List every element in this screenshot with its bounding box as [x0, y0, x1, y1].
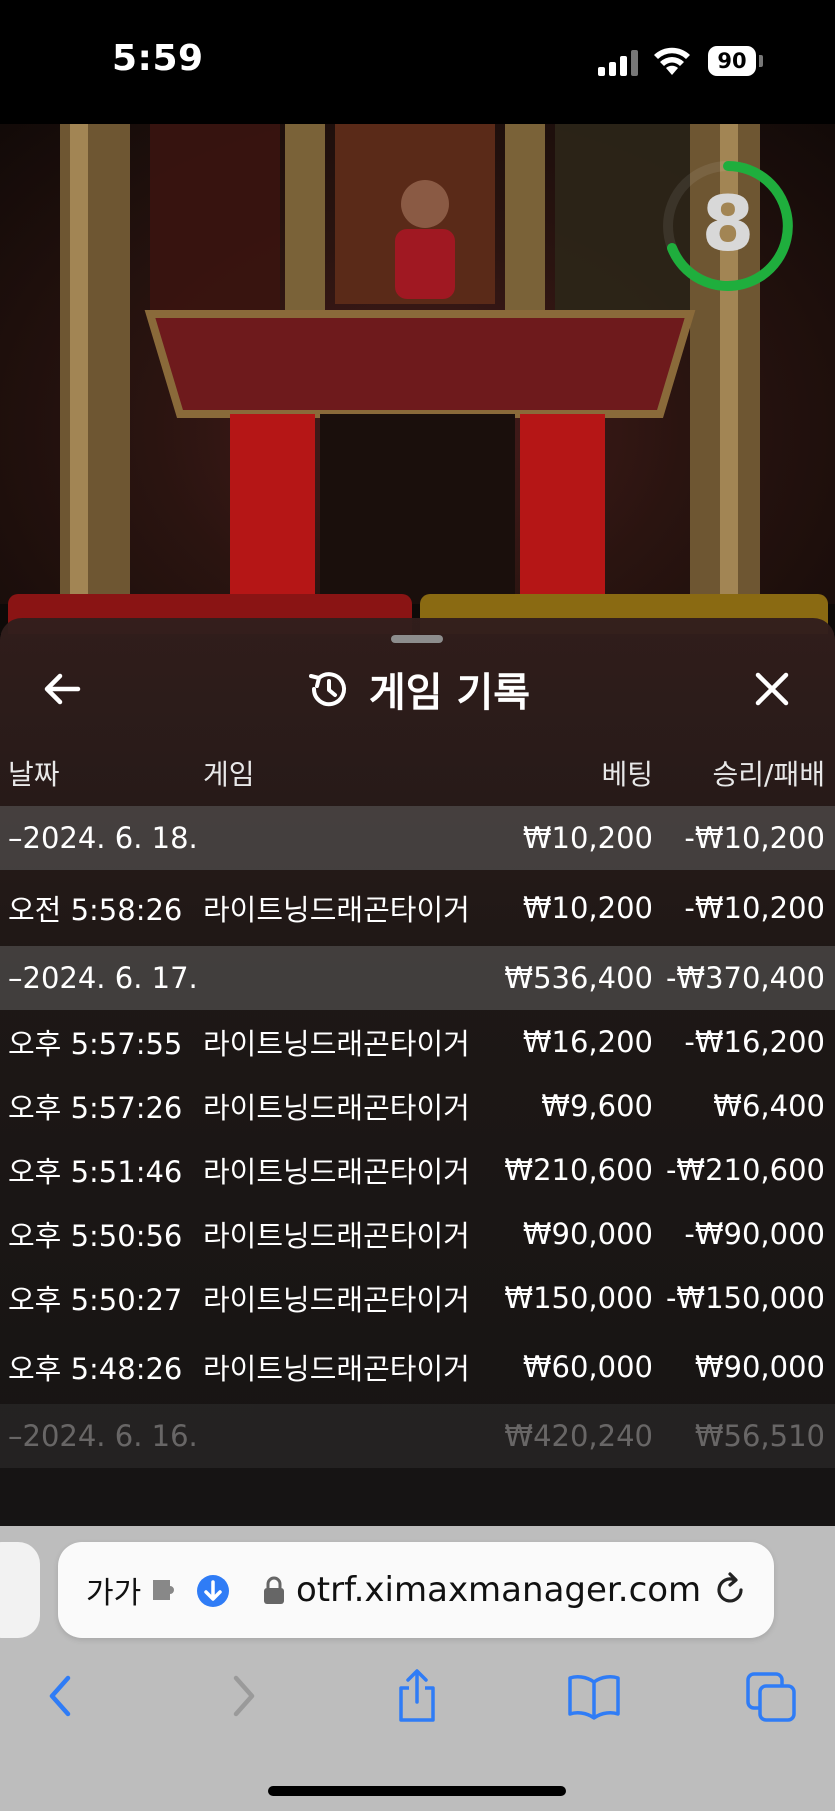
- share-icon[interactable]: [387, 1666, 447, 1726]
- history-icon: [308, 672, 346, 707]
- row-win-loss: -₩150,000: [665, 1281, 825, 1315]
- table-row[interactable]: 오후 5:50:56 라이트닝드래곤타이거 ₩90,000 -₩90,000: [0, 1202, 835, 1266]
- group-bet-total: ₩536,400: [504, 961, 653, 995]
- row-win-loss: ₩90,000: [694, 1350, 825, 1384]
- address-bar[interactable]: 가가 otrf.ximaxmanager.com: [58, 1542, 774, 1638]
- row-win-loss: ₩6,400: [713, 1089, 825, 1123]
- row-game: 라이트닝드래곤타이거: [203, 1219, 470, 1253]
- game-history-sheet: 게임 기록 날짜 게임 베팅 승리/패배 –2024. 6. 18. ₩10,2…: [0, 618, 835, 1526]
- table-row[interactable]: 오후 5:48:26 라이트닝드래곤타이거 ₩60,000 ₩90,000: [0, 1330, 835, 1404]
- cellular-signal-icon: [598, 50, 638, 76]
- row-game: 라이트닝드래곤타이거: [203, 1283, 470, 1317]
- column-header-game: 게임: [203, 758, 255, 791]
- row-time: 오전 5:58:26: [8, 893, 183, 927]
- battery-indicator: 90: [708, 46, 756, 76]
- group-date: –2024. 6. 16.: [8, 1419, 198, 1453]
- forward-icon[interactable]: [212, 1666, 272, 1726]
- row-time: 오후 5:57:55: [8, 1027, 183, 1061]
- group-win-total: -₩10,200: [684, 821, 825, 855]
- bookmarks-icon[interactable]: [564, 1666, 624, 1726]
- extension-icon[interactable]: [150, 1574, 184, 1606]
- row-bet: ₩10,200: [522, 891, 653, 925]
- group-bet-total: ₩420,240: [504, 1419, 653, 1453]
- row-time: 오후 5:51:46: [8, 1155, 183, 1189]
- live-video-stream[interactable]: 8: [0, 124, 835, 634]
- row-win-loss: -₩10,200: [684, 891, 825, 925]
- browser-toolbar: 가가 otrf.ximaxmanager.com: [0, 1526, 835, 1811]
- row-bet: ₩16,200: [522, 1025, 653, 1059]
- row-game: 라이트닝드래곤타이거: [203, 1352, 470, 1386]
- date-group-row[interactable]: –2024. 6. 16. ₩420,240 ₩56,510: [0, 1404, 835, 1468]
- group-bet-total: ₩10,200: [522, 821, 653, 855]
- row-bet: ₩9,600: [541, 1089, 653, 1123]
- sheet-grabber[interactable]: [391, 635, 443, 643]
- group-date: –2024. 6. 18.: [8, 821, 198, 855]
- table-header: 날짜 게임 베팅 승리/패배: [0, 740, 835, 806]
- status-time: 5:59: [112, 38, 204, 79]
- row-bet: ₩90,000: [522, 1217, 653, 1251]
- home-indicator[interactable]: [268, 1786, 566, 1796]
- column-header-date: 날짜: [8, 758, 60, 791]
- row-game: 라이트닝드래곤타이거: [203, 1027, 470, 1061]
- row-game: 라이트닝드래곤타이거: [203, 1155, 470, 1189]
- url-text: otrf.ximaxmanager.com: [296, 1570, 702, 1610]
- row-bet: ₩210,600: [504, 1153, 653, 1187]
- row-time: 오후 5:57:26: [8, 1091, 183, 1125]
- column-header-win-loss: 승리/패배: [712, 758, 825, 791]
- table-row[interactable]: 오후 5:51:46 라이트닝드래곤타이거 ₩210,600 -₩210,600: [0, 1138, 835, 1202]
- wifi-icon: [654, 47, 690, 75]
- history-table: 날짜 게임 베팅 승리/패배 –2024. 6. 18. ₩10,200 -₩1…: [0, 740, 835, 1468]
- download-icon[interactable]: [196, 1574, 230, 1608]
- row-win-loss: -₩210,600: [665, 1153, 825, 1187]
- group-win-total: -₩370,400: [665, 961, 825, 995]
- row-time: 오후 5:50:27: [8, 1283, 183, 1317]
- table-row[interactable]: 오후 5:57:55 라이트닝드래곤타이거 ₩16,200 -₩16,200: [0, 1010, 835, 1074]
- date-group-row[interactable]: –2024. 6. 17. ₩536,400 -₩370,400: [0, 946, 835, 1010]
- table-row[interactable]: 오후 5:50:27 라이트닝드래곤타이거 ₩150,000 -₩150,000: [0, 1266, 835, 1330]
- table-row[interactable]: 오전 5:58:26 라이트닝드래곤타이거 ₩10,200 -₩10,200: [0, 870, 835, 946]
- previous-tab-preview[interactable]: [0, 1542, 40, 1638]
- group-win-total: ₩56,510: [694, 1419, 825, 1453]
- status-bar: 5:59 90: [0, 0, 835, 124]
- row-time: 오후 5:48:26: [8, 1352, 183, 1386]
- countdown-number: 8: [701, 179, 755, 268]
- sheet-title: 게임 기록: [368, 670, 531, 716]
- sheet-header: 게임 기록: [0, 660, 835, 718]
- close-icon[interactable]: [748, 665, 796, 713]
- column-header-bet: 베팅: [601, 758, 653, 791]
- lock-icon: [264, 1576, 284, 1604]
- back-icon[interactable]: [32, 1666, 92, 1726]
- row-time: 오후 5:50:56: [8, 1219, 183, 1253]
- date-group-row[interactable]: –2024. 6. 18. ₩10,200 -₩10,200: [0, 806, 835, 870]
- battery-cap: [759, 55, 763, 67]
- browser-nav-bar: [0, 1666, 835, 1736]
- row-bet: ₩150,000: [504, 1281, 653, 1315]
- table-row[interactable]: 오후 5:57:26 라이트닝드래곤타이거 ₩9,600 ₩6,400: [0, 1074, 835, 1138]
- row-bet: ₩60,000: [522, 1350, 653, 1384]
- row-game: 라이트닝드래곤타이거: [203, 893, 470, 927]
- row-game: 라이트닝드래곤타이거: [203, 1091, 470, 1125]
- page-settings-button[interactable]: 가가: [86, 1542, 141, 1638]
- group-date: –2024. 6. 17.: [8, 961, 198, 995]
- reload-icon[interactable]: [710, 1570, 750, 1610]
- tabs-icon[interactable]: [742, 1666, 802, 1726]
- row-win-loss: -₩16,200: [684, 1025, 825, 1059]
- row-win-loss: -₩90,000: [684, 1217, 825, 1251]
